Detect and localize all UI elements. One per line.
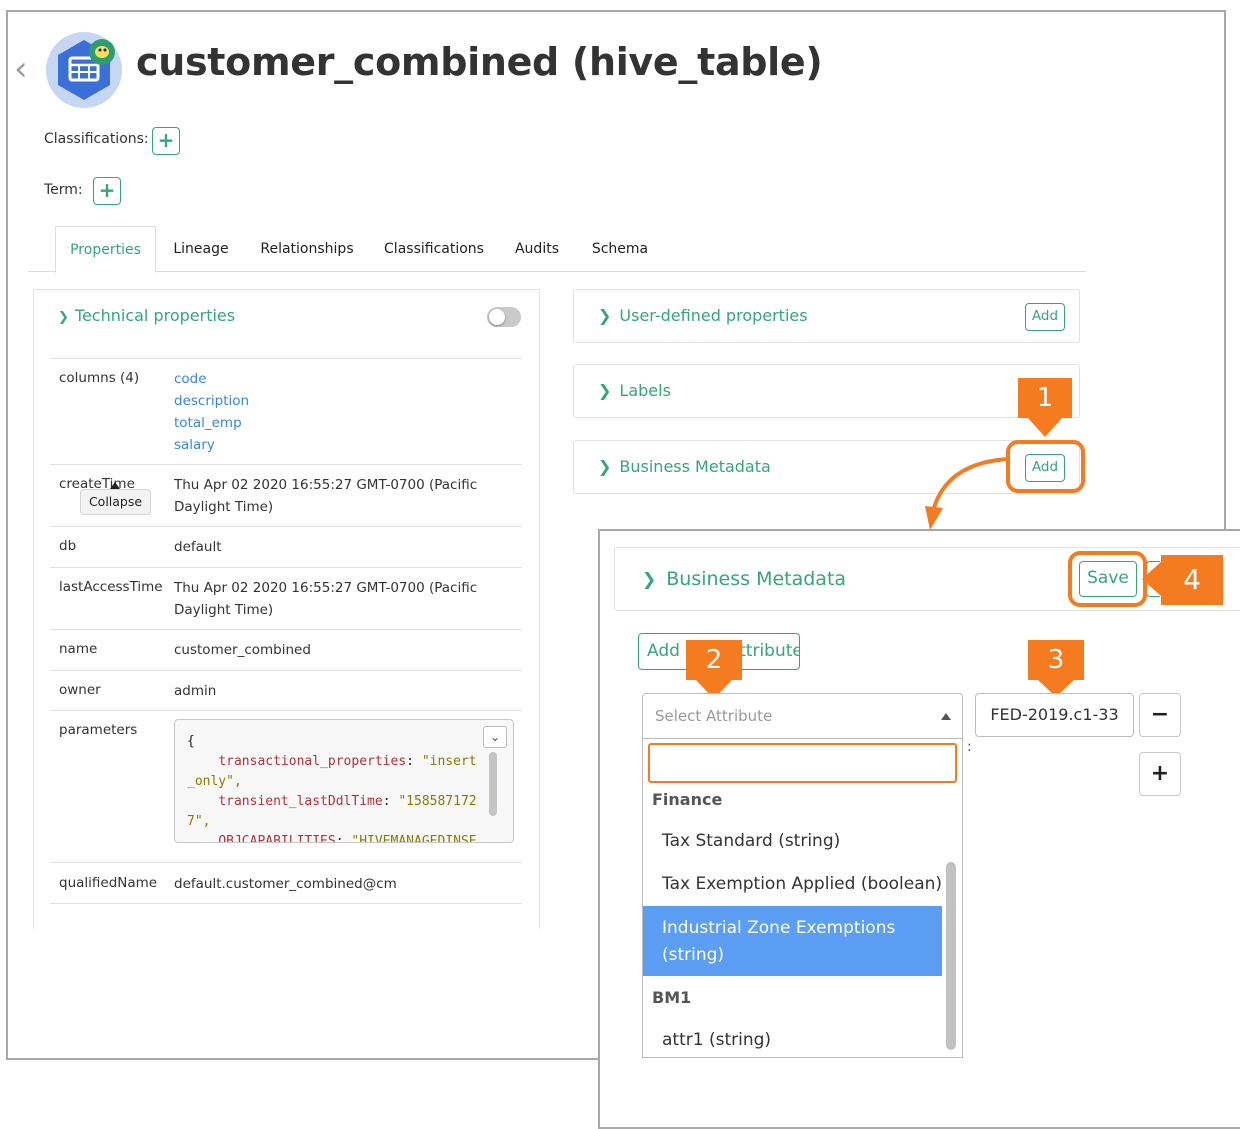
tooltip-arrow bbox=[110, 482, 120, 489]
dropdown-scrollbar[interactable] bbox=[946, 862, 956, 1050]
hive-table-icon bbox=[44, 32, 128, 108]
callout-2: 2 bbox=[686, 640, 742, 680]
json-open-brace: { bbox=[187, 734, 195, 749]
prop-value-columns: code description total_emp salary bbox=[174, 368, 249, 456]
option-group-label: BM1 bbox=[652, 988, 692, 1007]
attribute-search-input[interactable] bbox=[648, 743, 957, 783]
add-user-defined-property-button[interactable]: Add bbox=[1025, 303, 1065, 331]
curved-arrow-icon bbox=[925, 457, 1011, 530]
user-defined-properties-header[interactable]: ❯ User-defined properties bbox=[598, 306, 808, 325]
row-divider bbox=[50, 903, 522, 904]
tab-lineage[interactable]: Lineage bbox=[163, 226, 239, 272]
entity-tabs: Properties Lineage Relationships Classif… bbox=[28, 226, 1086, 273]
row-divider bbox=[50, 526, 522, 527]
option-group-label: Finance bbox=[652, 790, 723, 809]
add-term-button[interactable]: + bbox=[93, 177, 121, 205]
prop-key-lastaccesstime: lastAccessTime bbox=[59, 579, 163, 595]
callout-1-arrow bbox=[1027, 417, 1063, 437]
prop-key-owner: owner bbox=[59, 682, 101, 698]
back-chevron-icon[interactable]: ‹ bbox=[14, 52, 28, 86]
user-defined-properties-title: User-defined properties bbox=[619, 306, 808, 325]
row-divider bbox=[50, 629, 522, 630]
callout-4-arrow bbox=[1142, 561, 1162, 597]
tab-schema[interactable]: Schema bbox=[588, 226, 652, 272]
attribute-options-list bbox=[642, 739, 963, 1058]
prop-value-db[interactable]: default bbox=[174, 536, 222, 558]
json-scrollbar[interactable] bbox=[489, 752, 497, 816]
column-link[interactable]: salary bbox=[174, 434, 249, 456]
chevron-down-icon[interactable]: ⌄ bbox=[483, 726, 507, 748]
term-label: Term: bbox=[44, 182, 83, 198]
tab-properties[interactable]: Properties bbox=[55, 226, 156, 273]
row-divider bbox=[50, 710, 522, 711]
business-metadata-title: Business Metadata bbox=[619, 457, 771, 476]
labels-title: Labels bbox=[619, 381, 671, 400]
callout-3: 3 bbox=[1028, 640, 1084, 680]
prop-key-qualifiedname: qualifiedName bbox=[59, 875, 158, 891]
remove-attribute-button[interactable]: − bbox=[1139, 693, 1181, 737]
prop-value-owner: admin bbox=[174, 683, 217, 699]
toggle-knob bbox=[489, 309, 505, 325]
prop-value-lastaccesstime: Thu Apr 02 2020 16:55:27 GMT-0700 (Pacif… bbox=[174, 580, 478, 618]
json-key: OBJCAPABILITIES bbox=[218, 834, 336, 843]
add-attribute-row-button[interactable]: + bbox=[1139, 752, 1181, 796]
row-divider bbox=[50, 567, 522, 568]
parameters-json-viewer[interactable]: { transactional_properties: "insert_only… bbox=[174, 719, 514, 843]
row-divider bbox=[50, 358, 522, 359]
json-key: transactional_properties bbox=[218, 754, 407, 769]
caret-up-icon bbox=[941, 713, 951, 720]
column-link[interactable]: description bbox=[174, 390, 249, 412]
json-key: transient_lastDdlTime bbox=[218, 794, 383, 809]
attribute-option[interactable]: Tax Exemption Applied (boolean) bbox=[662, 874, 942, 894]
chevron-right-icon: ❯ bbox=[642, 570, 657, 590]
callout-1: 1 bbox=[1018, 378, 1072, 418]
tab-relationships[interactable]: Relationships bbox=[254, 226, 360, 272]
chevron-right-icon: ❯ bbox=[598, 457, 612, 476]
row-divider bbox=[50, 862, 522, 863]
chevron-down-icon: ❯ bbox=[58, 310, 69, 325]
attribute-option[interactable]: attr1 (string) bbox=[662, 1030, 771, 1050]
labels-panel: ❯ Labels bbox=[573, 364, 1080, 418]
prop-key-parameters: parameters bbox=[59, 722, 138, 738]
column-link[interactable]: code bbox=[174, 368, 249, 390]
prop-value-name: customer_combined bbox=[174, 642, 311, 658]
user-defined-properties-panel: ❯ User-defined properties Add bbox=[573, 289, 1080, 343]
technical-properties-title: Technical properties bbox=[74, 306, 236, 325]
classifications-label: Classifications: bbox=[44, 131, 149, 147]
tab-classifications[interactable]: Classifications bbox=[378, 226, 490, 272]
row-divider bbox=[50, 670, 522, 671]
chevron-right-icon: ❯ bbox=[598, 306, 612, 325]
labels-header[interactable]: ❯ Labels bbox=[598, 381, 671, 400]
business-metadata-edit-title: Business Metadata bbox=[666, 568, 847, 590]
callout-4: 4 bbox=[1161, 555, 1223, 605]
prop-key-db: db bbox=[59, 538, 77, 554]
select-attribute-placeholder: Select Attribute bbox=[655, 707, 773, 725]
technical-properties-header[interactable]: ❯ Technical properties bbox=[58, 306, 235, 325]
parameters-json-code: { transactional_properties: "insert_only… bbox=[187, 732, 481, 843]
page-title: customer_combined (hive_table) bbox=[136, 40, 823, 84]
business-metadata-header[interactable]: ❯ Business Metadata bbox=[598, 457, 771, 476]
prop-value-createtime: Thu Apr 02 2020 16:55:27 GMT-0700 (Pacif… bbox=[174, 477, 478, 515]
add-classification-button[interactable]: + bbox=[152, 127, 180, 155]
attribute-option-selected-label: Industrial Zone Exemptions (string) bbox=[662, 918, 896, 965]
key-value-separator: : bbox=[967, 739, 972, 755]
attribute-value-input[interactable]: FED-2019.c1-33 bbox=[975, 693, 1134, 737]
collapse-tooltip: Collapse bbox=[80, 489, 151, 515]
tab-audits[interactable]: Audits bbox=[510, 226, 564, 272]
prop-key-columns: columns (4) bbox=[59, 370, 140, 386]
attribute-option[interactable]: Tax Standard (string) bbox=[662, 831, 840, 851]
chevron-right-icon: ❯ bbox=[598, 381, 612, 400]
highlight-ring-save bbox=[1068, 551, 1147, 607]
prop-value-qualifiedname: default.customer_combined@cm bbox=[174, 876, 397, 892]
prop-key-name: name bbox=[59, 641, 98, 657]
row-divider bbox=[50, 464, 522, 465]
column-link[interactable]: total_emp bbox=[174, 412, 249, 434]
business-metadata-edit-header[interactable]: ❯ Business Metadata bbox=[642, 568, 846, 590]
